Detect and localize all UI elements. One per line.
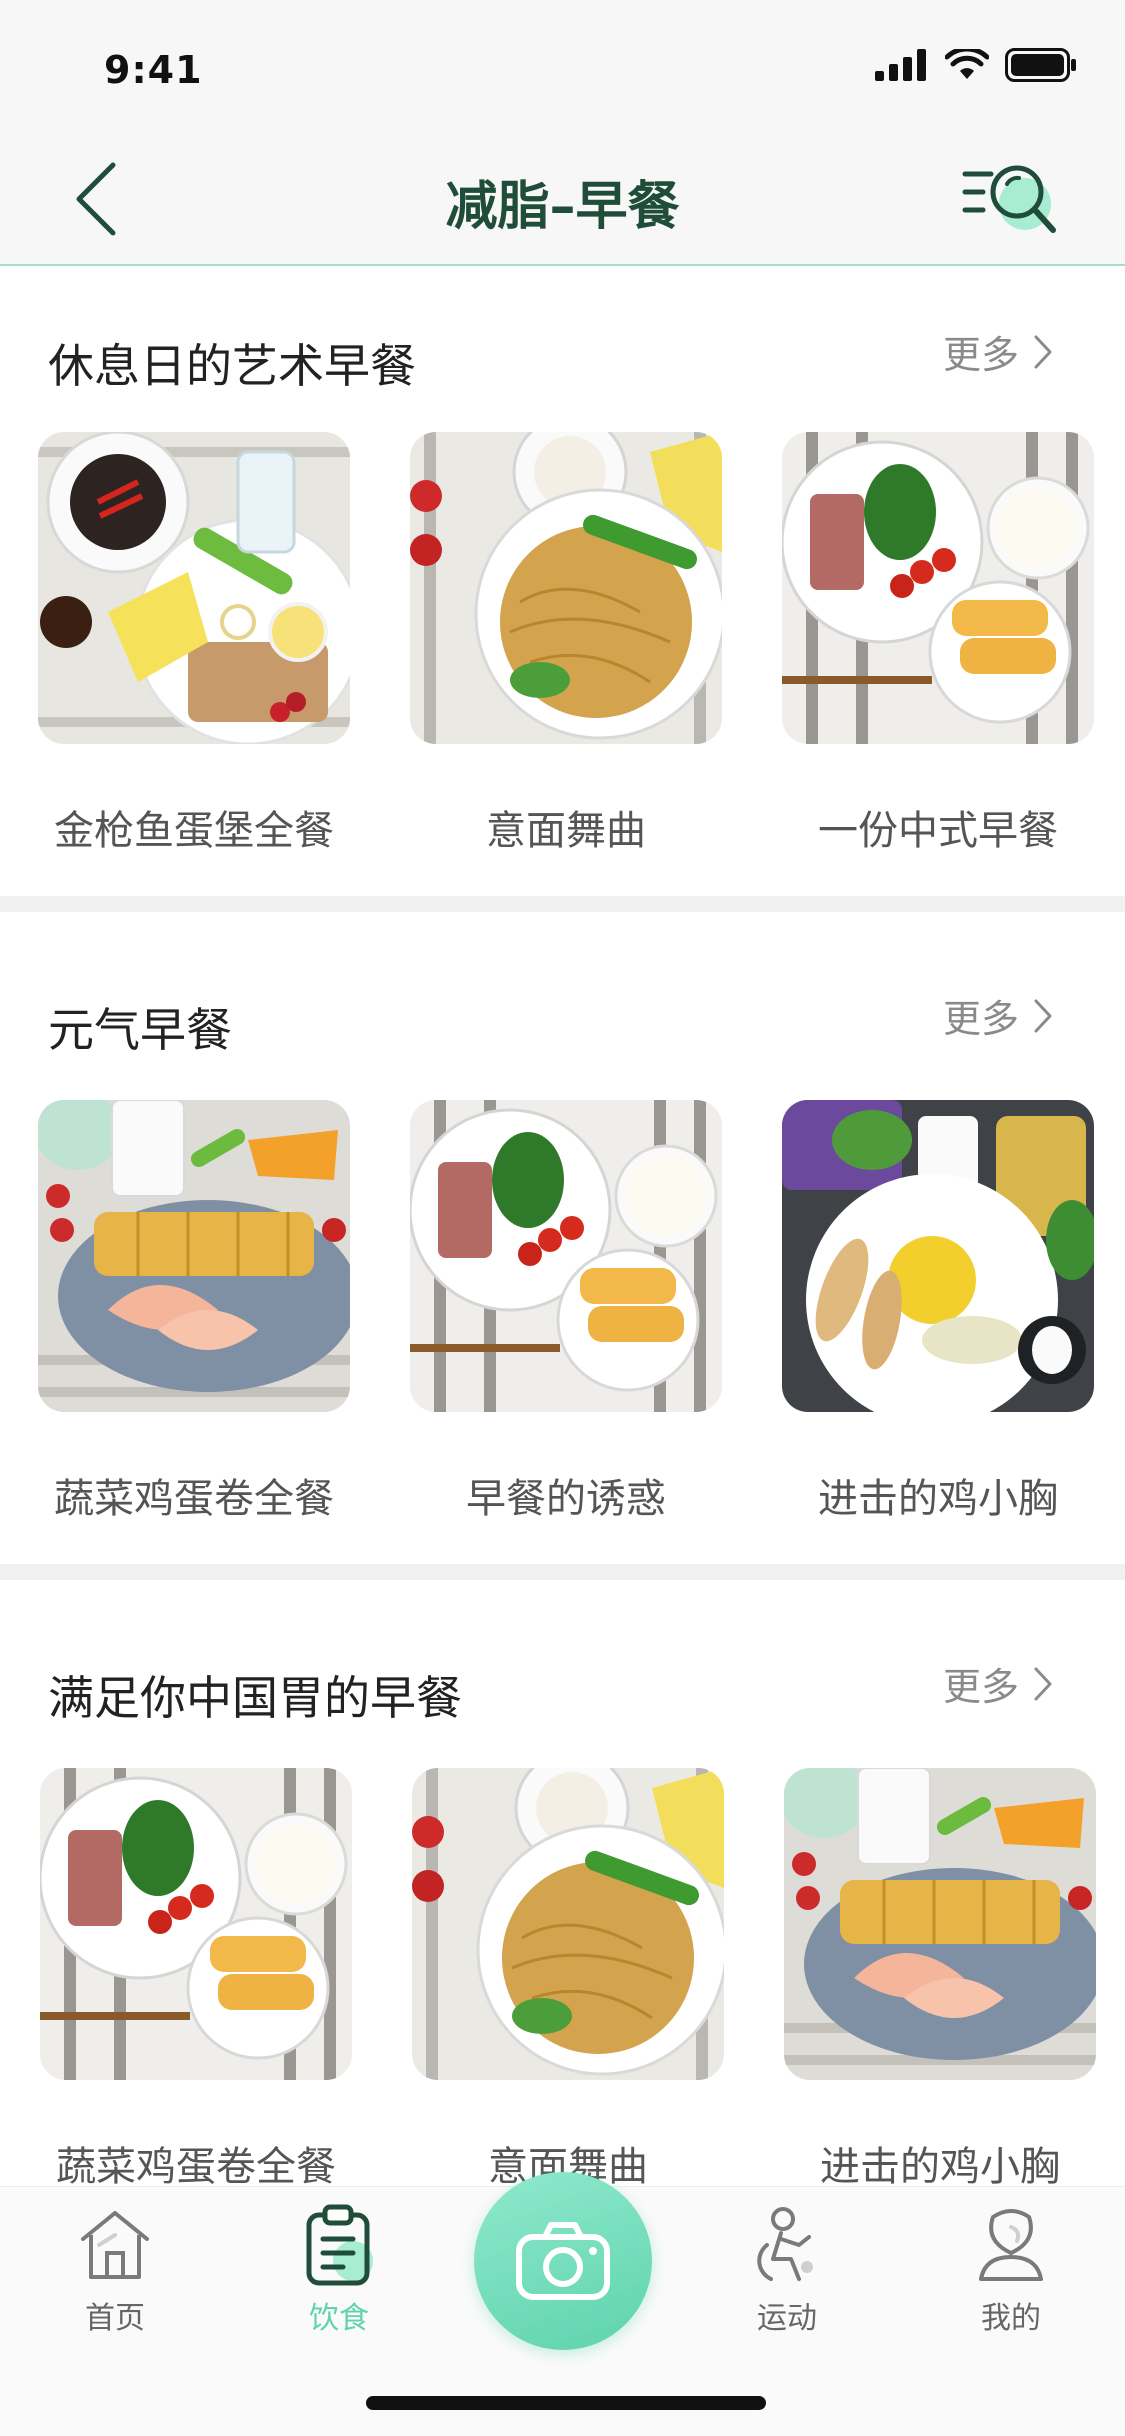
camera-button[interactable] (474, 2172, 652, 2350)
meal-title: 意面舞曲 (486, 808, 646, 854)
section-title: 元气早餐 (48, 1003, 232, 1057)
meal-photo (38, 432, 350, 744)
meal-title: 蔬菜鸡蛋卷全餐 (56, 2144, 336, 2190)
meal-card[interactable]: 蔬菜鸡蛋卷全餐 (38, 1100, 350, 1524)
tab-label: 饮食 (309, 2301, 369, 2336)
meal-title: 一份中式早餐 (818, 808, 1058, 854)
more-label: 更多 (942, 333, 1019, 377)
chevron-right-icon (1034, 335, 1052, 368)
clipboard-icon (306, 2204, 373, 2286)
search-button[interactable] (961, 152, 1065, 248)
meal-title: 金枪鱼蛋堡全餐 (54, 808, 334, 854)
tab-label: 首页 (85, 2301, 145, 2336)
more-link[interactable]: 更多 (943, 324, 1053, 379)
section-divider (0, 1564, 1125, 1580)
cellular-signal-icon (875, 49, 926, 81)
exercise-icon (757, 2207, 813, 2281)
section-title: 休息日的艺术早餐 (48, 339, 416, 393)
meal-photo (784, 1768, 1096, 2080)
page-title: 减脂–早餐 (445, 177, 680, 237)
home-indicator (366, 2396, 766, 2410)
meal-photo (38, 1100, 350, 1412)
meal-photo (410, 432, 722, 744)
wifi-icon (945, 49, 989, 79)
meal-photo (782, 432, 1094, 744)
chevron-right-icon (1034, 999, 1052, 1032)
section-rest-day-breakfast: 休息日的艺术早餐 更多 金枪鱼蛋堡全餐 意面舞曲 一份中式早餐 (0, 268, 1125, 892)
meal-card[interactable]: 意面舞曲 (412, 1768, 724, 2192)
more-link[interactable]: 更多 (943, 1656, 1053, 1711)
section-title: 满足你中国胃的早餐 (48, 1671, 462, 1725)
chevron-right-icon (1034, 1667, 1052, 1700)
meal-card[interactable]: 进击的鸡小胸 (782, 1100, 1094, 1524)
meal-card[interactable]: 早餐的诱惑 (410, 1100, 722, 1524)
meal-title: 进击的鸡小胸 (820, 2144, 1060, 2190)
tab-profile[interactable]: 我的 (936, 2203, 1086, 2337)
meal-photo (782, 1100, 1094, 1412)
status-icons (875, 48, 1077, 82)
status-bar: 9:41 (0, 0, 1125, 132)
meal-card[interactable]: 进击的鸡小胸 (784, 1768, 1096, 2192)
more-link[interactable]: 更多 (943, 988, 1053, 1043)
meal-photo (40, 1768, 352, 2080)
meal-title: 早餐的诱惑 (466, 1476, 666, 1522)
tab-label: 我的 (981, 2301, 1041, 2336)
meal-card[interactable]: 金枪鱼蛋堡全餐 (38, 432, 350, 856)
profile-icon (979, 2209, 1043, 2281)
meal-photo (412, 1768, 724, 2080)
tab-diet[interactable]: 饮食 (264, 2203, 414, 2337)
meal-card[interactable]: 意面舞曲 (410, 432, 722, 856)
battery-icon (1005, 48, 1076, 82)
meal-card[interactable]: 蔬菜鸡蛋卷全餐 (40, 1768, 352, 2192)
section-divider (0, 896, 1125, 912)
tab-exercise[interactable]: 运动 (712, 2203, 862, 2337)
status-time: 9:41 (104, 48, 203, 92)
more-label: 更多 (942, 1665, 1019, 1709)
tab-label: 运动 (757, 2301, 817, 2336)
meal-card[interactable]: 一份中式早餐 (782, 432, 1094, 856)
home-icon (81, 2211, 149, 2279)
meal-title: 进击的鸡小胸 (818, 1476, 1058, 1522)
meal-photo (410, 1100, 722, 1412)
section-chinese-breakfast: 满足你中国胃的早餐 更多 蔬菜鸡蛋卷全餐 意面舞曲 进击的鸡小胸 (0, 1580, 1125, 2190)
more-label: 更多 (942, 997, 1019, 1041)
camera-icon (516, 2222, 610, 2300)
meal-title: 蔬菜鸡蛋卷全餐 (54, 1476, 334, 1522)
section-energy-breakfast: 元气早餐 更多 蔬菜鸡蛋卷全餐 早餐的诱惑 进击的鸡小胸 (0, 912, 1125, 1552)
nav-bar: 减脂–早餐 (0, 132, 1125, 266)
search-list-icon (962, 165, 1056, 233)
tab-home[interactable]: 首页 (40, 2203, 190, 2337)
